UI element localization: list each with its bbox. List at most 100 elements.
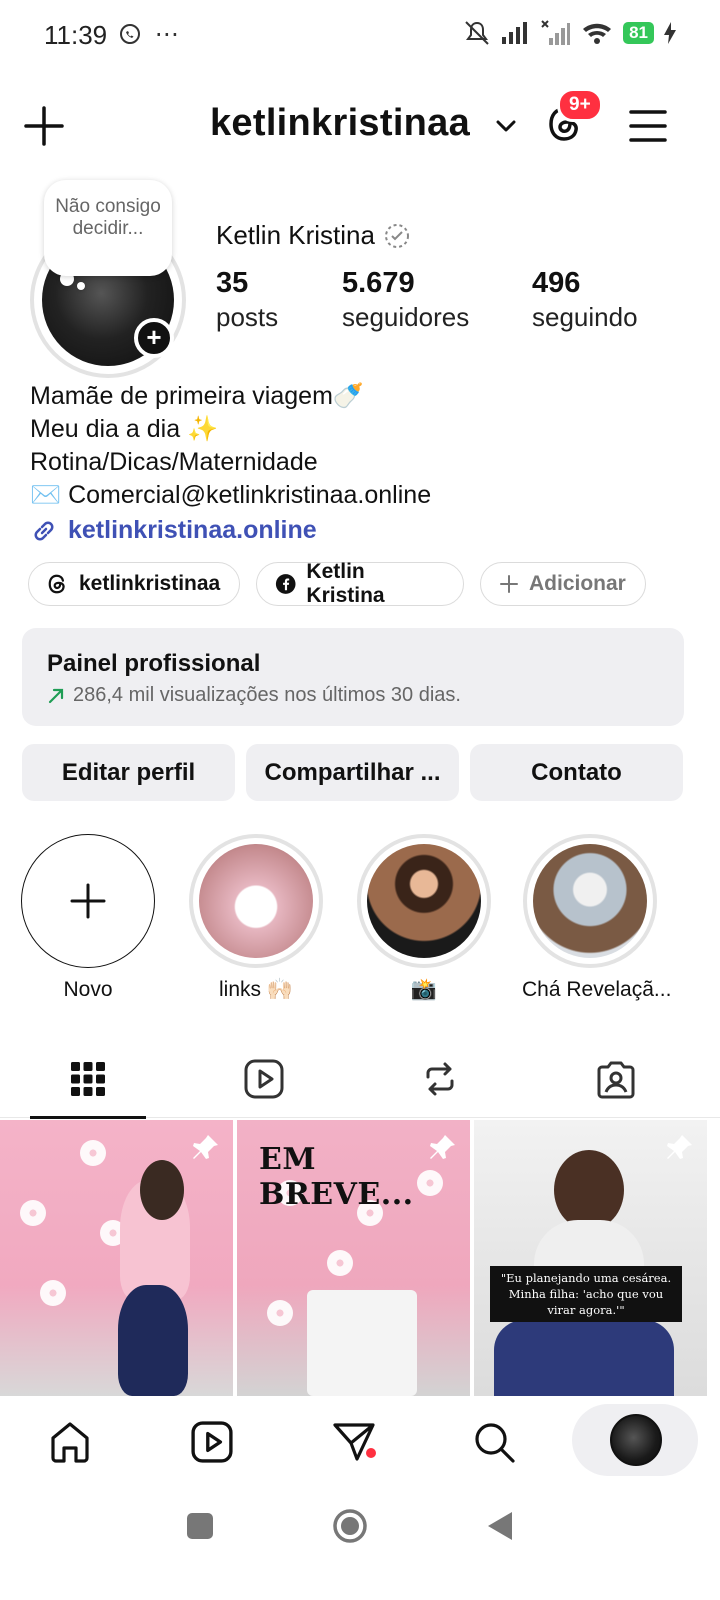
stat-following[interactable]: 496 seguindo <box>532 266 638 334</box>
add-link-label: Adicionar <box>529 572 626 595</box>
nav-direct[interactable] <box>324 1414 384 1470</box>
stat-label: seguindo <box>532 302 638 332</box>
post-thumbnail[interactable]: EM BREVE... <box>237 1120 470 1396</box>
post-thumbnail[interactable] <box>0 1120 233 1396</box>
trend-up-arrow-icon <box>48 688 64 703</box>
highlight-ring <box>21 834 155 968</box>
back-triangle-icon[interactable] <box>486 1510 514 1542</box>
stat-followers[interactable]: 5.679 seguidores <box>342 266 469 334</box>
verified-dashed-icon <box>384 223 409 248</box>
threads-icon <box>48 574 65 594</box>
note-bubble-dot <box>77 282 85 290</box>
header-username[interactable]: ketlinkristinaa <box>210 102 470 145</box>
plus-icon <box>24 106 64 146</box>
bio: Mamãe de primeira viagem🍼 Meu dia a dia … <box>30 380 431 512</box>
threads-pill-label: ketlinkristinaa <box>79 572 221 595</box>
highlight-cover-couple <box>533 844 647 958</box>
grid-icon <box>71 1062 105 1096</box>
status-right-icons: 81 <box>463 20 676 46</box>
stat-label: seguidores <box>342 302 470 332</box>
threads-pill[interactable]: ketlinkristinaa <box>28 562 240 606</box>
whatsapp-icon <box>120 24 140 44</box>
home-icon <box>51 1422 89 1463</box>
bottom-nav <box>0 1396 720 1488</box>
repost-icon <box>426 1062 454 1096</box>
highlight-new[interactable]: Novo <box>20 834 156 1002</box>
tab-grid[interactable] <box>30 1040 146 1119</box>
home-circle-icon[interactable] <box>332 1508 368 1544</box>
battery-indicator: 81 <box>623 22 654 44</box>
chevron-down-icon[interactable] <box>494 114 518 138</box>
mute-icon <box>465 21 489 45</box>
highlight-ring <box>357 834 491 968</box>
highlight-label: Novo <box>63 978 113 1001</box>
display-name: Ketlin Kristina <box>216 220 411 251</box>
tab-tagged[interactable] <box>558 1040 674 1118</box>
notification-badge: 9+ <box>557 88 603 122</box>
menu-button[interactable] <box>628 106 668 146</box>
bio-line: Mamãe de primeira viagem🍼 <box>30 382 365 410</box>
profile-header: ketlinkristinaa <box>0 90 720 160</box>
panel-title: Painel profissional <box>47 650 261 677</box>
highlight-ring <box>523 834 657 968</box>
send-icon <box>333 1423 376 1461</box>
share-profile-button[interactable]: Compartilhar ... <box>246 744 459 801</box>
contact-button[interactable]: Contato <box>470 744 683 801</box>
edit-profile-button[interactable]: Editar perfil <box>22 744 235 801</box>
reels-icon <box>191 1421 233 1463</box>
signal-x-icon <box>541 20 571 45</box>
highlight-cha-revelacao[interactable]: Chá Revelaçã... <box>522 834 672 1002</box>
highlight-label: 📸 <box>410 978 438 1001</box>
stat-value: 5.679 <box>342 267 415 299</box>
professional-dashboard[interactable]: Painel profissional 286,4 mil visualizaç… <box>22 628 684 726</box>
post-thumbnail[interactable]: "Eu planejando uma cesárea. Minha filha:… <box>474 1120 707 1396</box>
nav-profile-avatar[interactable] <box>610 1414 662 1466</box>
pin-icon <box>430 1135 455 1159</box>
plus-icon <box>500 575 518 593</box>
panel-subtitle: 286,4 mil visualizações nos últimos 30 d… <box>47 684 659 707</box>
stat-value: 496 <box>532 267 581 299</box>
highlight-label: links 🙌🏻 <box>219 978 293 1001</box>
status-left-icons: ⋯ <box>118 20 179 49</box>
add-story-button[interactable]: + <box>134 318 174 358</box>
stat-label: posts <box>216 302 279 332</box>
facebook-icon <box>275 574 296 594</box>
link-icon <box>34 521 54 540</box>
highlight-cover-portrait <box>367 844 481 958</box>
post-caption-overlay: "Eu planejando uma cesárea. Minha filha:… <box>490 1266 682 1322</box>
bio-line: Meu dia a dia ✨ <box>30 415 219 443</box>
highlight-links[interactable]: links 🙌🏻 <box>188 834 324 1002</box>
bio-line: ✉️ Comercial@ketlinkristinaa.online <box>30 481 432 509</box>
add-link-pill[interactable]: Adicionar <box>480 562 646 606</box>
nav-search[interactable] <box>464 1414 524 1470</box>
wifi-icon <box>583 23 612 44</box>
create-button[interactable] <box>22 104 66 148</box>
plus-icon <box>22 835 153 966</box>
facebook-pill-label: Ketlin Kristina <box>306 560 385 607</box>
profile-note[interactable]: Não consigo decidir... <box>44 180 172 276</box>
charging-icon <box>664 22 676 44</box>
nav-reels[interactable] <box>182 1414 242 1470</box>
status-time: 11:39 <box>44 20 108 50</box>
tab-reposts[interactable] <box>382 1040 498 1118</box>
bio-link[interactable]: ketlinkristinaa.online <box>30 516 317 545</box>
bio-line: Rotina/Dicas/Maternidade <box>30 448 318 476</box>
facebook-pill[interactable]: Ketlin Kristina <box>256 560 464 607</box>
highlight-photo[interactable]: 📸 <box>356 834 492 1002</box>
search-icon <box>475 1423 515 1463</box>
tab-reels[interactable] <box>206 1040 322 1118</box>
pin-icon <box>667 1135 692 1159</box>
highlight-ring <box>189 834 323 968</box>
stat-posts[interactable]: 35 posts <box>216 266 278 334</box>
bio-link-text: ketlinkristinaa.online <box>68 516 317 544</box>
panel-subtitle-text: 286,4 mil visualizações nos últimos 30 d… <box>73 684 461 706</box>
status-bar: 11:39 ⋯ 81 <box>0 0 720 72</box>
highlight-label: Chá Revelaçã... <box>522 978 672 1001</box>
display-name-text: Ketlin Kristina <box>216 220 375 250</box>
tagged-icon <box>597 1061 635 1099</box>
system-nav-bar <box>0 1488 720 1600</box>
signal-icon <box>502 22 528 44</box>
highlight-cover-sock <box>199 844 313 958</box>
recents-square-icon[interactable] <box>186 1512 214 1540</box>
nav-home[interactable] <box>40 1414 100 1470</box>
